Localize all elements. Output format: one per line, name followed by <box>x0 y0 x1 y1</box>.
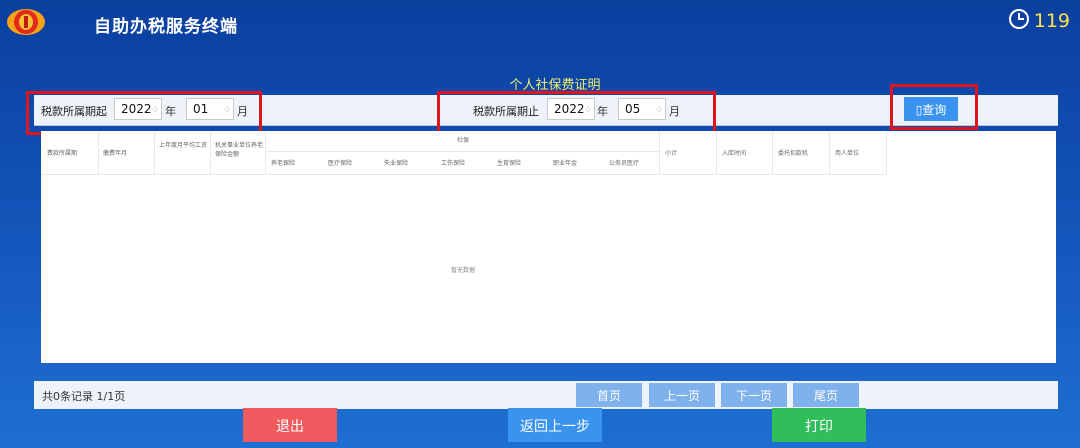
column-header: 用人单位 <box>835 150 860 157</box>
column-header: 上年度月平均工资 <box>159 142 208 149</box>
highlight-start-period <box>26 91 262 135</box>
record-count: 共0条记录 1/1页 <box>42 390 126 403</box>
tax-emblem-logo <box>6 6 46 38</box>
sub-column-header: 养老保险 <box>271 160 296 167</box>
column-header: 费款所属期 <box>47 150 78 157</box>
back-button[interactable]: 返回上一步 <box>508 408 602 442</box>
col-divider <box>98 131 99 174</box>
sub-column-header: 医疗保险 <box>328 160 353 167</box>
col-divider <box>265 131 266 174</box>
prev-page-button[interactable]: 上一页 <box>649 383 715 407</box>
highlight-query-button <box>890 84 978 130</box>
sub-column-header: 公务员医疗 <box>609 160 640 167</box>
col-divider <box>716 131 717 174</box>
empty-state-text: 暂无数据 <box>451 267 476 274</box>
data-table: 费款所属期 缴费年月 上年度月平均工资 机关事业单位养老保险金额 社保 养老保险… <box>41 131 1056 363</box>
sub-column-header: 生育保险 <box>497 160 522 167</box>
app-title: 自助办税服务终端 <box>94 17 238 37</box>
column-header: 委托扣款机 <box>778 150 809 157</box>
sub-column-header: 失业保险 <box>384 160 409 167</box>
countdown-timer: 119 <box>1008 8 1070 34</box>
countdown-value: 119 <box>1033 10 1070 32</box>
column-header: 缴费年月 <box>103 150 128 157</box>
clock-icon <box>1008 8 1030 34</box>
print-button[interactable]: 打印 <box>772 408 866 442</box>
sub-column-header: 工伤保险 <box>441 160 466 167</box>
column-header: 小计 <box>665 150 678 157</box>
column-header: 入库时间 <box>722 150 747 157</box>
first-page-button[interactable]: 首页 <box>576 383 642 407</box>
col-divider <box>886 131 887 174</box>
exit-button[interactable]: 退出 <box>243 408 337 442</box>
next-page-button[interactable]: 下一页 <box>721 383 787 407</box>
header-divider <box>41 174 887 175</box>
group-divider <box>265 151 659 152</box>
col-divider <box>659 131 660 174</box>
sub-column-header: 职业年金 <box>553 160 578 167</box>
pagination-bar: 共0条记录 1/1页 首页 上一页 下一页 尾页 <box>34 381 1058 409</box>
last-page-button[interactable]: 尾页 <box>793 383 859 407</box>
col-divider <box>210 131 211 174</box>
col-divider <box>154 131 155 174</box>
column-header: 机关事业单位养老保险金额 <box>215 142 264 158</box>
group-header: 社保 <box>457 137 470 144</box>
col-divider <box>772 131 773 174</box>
col-divider <box>829 131 830 174</box>
